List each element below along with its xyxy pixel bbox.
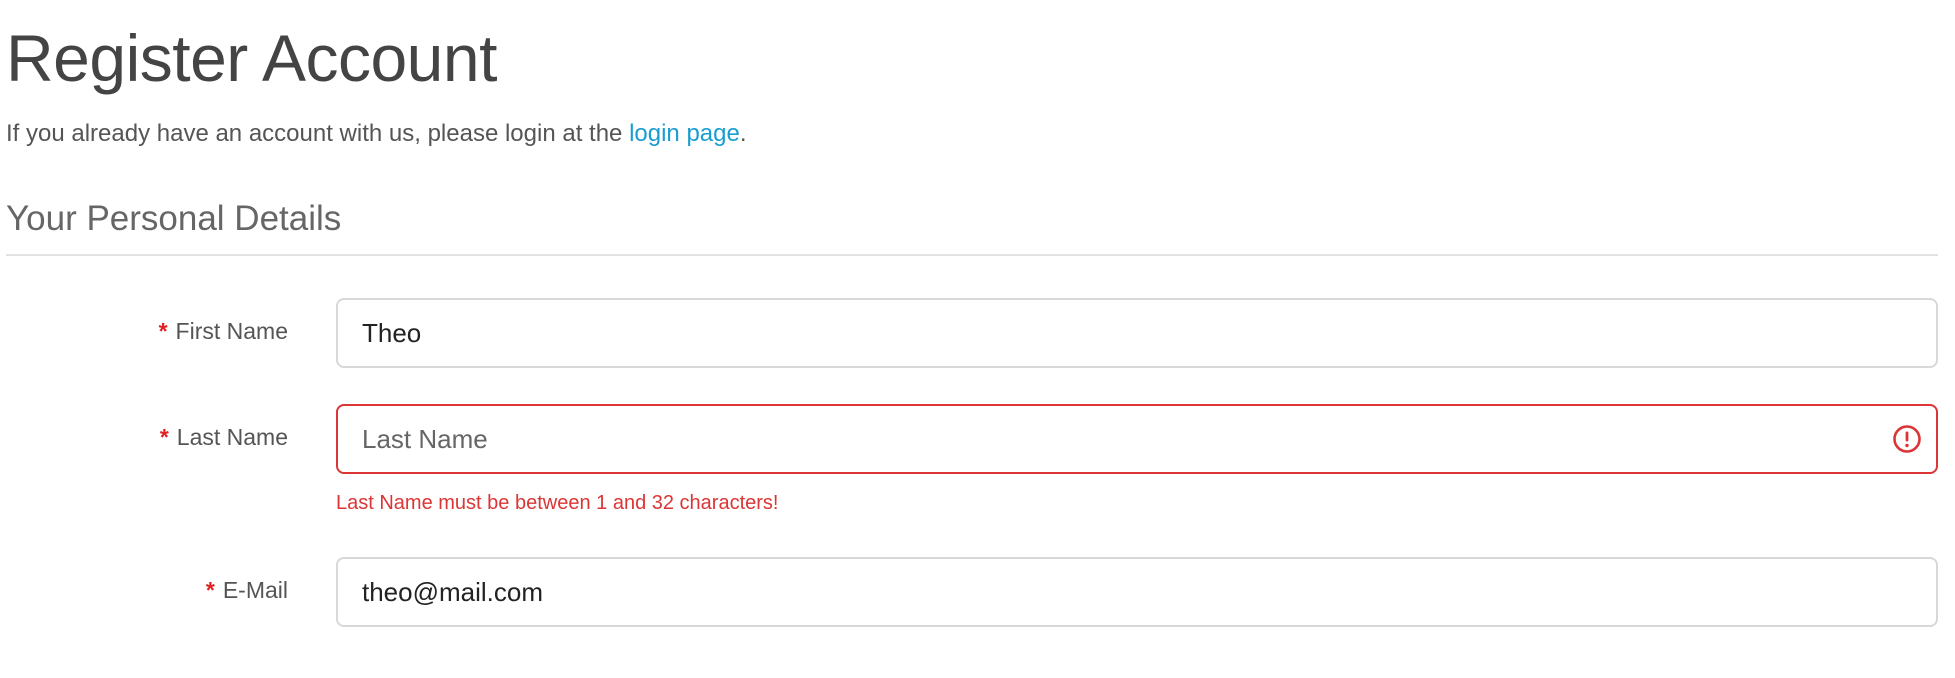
required-marker: * bbox=[205, 577, 215, 603]
page-title: Register Account bbox=[6, 21, 497, 95]
intro-text: If you already have an account with us, … bbox=[6, 118, 747, 150]
exclamation-circle-icon bbox=[1893, 425, 1921, 453]
required-marker: * bbox=[158, 318, 168, 344]
section-legend: Your Personal Details bbox=[6, 199, 342, 238]
last-name-input[interactable] bbox=[336, 404, 1938, 474]
last-name-error-message: Last Name must be between 1 and 32 chara… bbox=[336, 492, 779, 514]
section-divider bbox=[6, 254, 1938, 256]
first-name-label: * First Name bbox=[159, 316, 288, 346]
login-page-link[interactable]: login page bbox=[629, 120, 740, 147]
last-name-label: * Last Name bbox=[160, 422, 288, 452]
first-name-input[interactable] bbox=[336, 298, 1938, 368]
email-input[interactable] bbox=[336, 557, 1938, 627]
required-marker: * bbox=[159, 424, 169, 450]
email-label-text: E-Mail bbox=[222, 577, 288, 603]
intro-text-after: . bbox=[739, 120, 747, 147]
last-name-label-text: Last Name bbox=[176, 424, 288, 450]
first-name-label-text: First Name bbox=[175, 318, 288, 344]
email-label: * E-Mail bbox=[206, 575, 288, 605]
intro-text-before: If you already have an account with us, … bbox=[6, 120, 630, 147]
